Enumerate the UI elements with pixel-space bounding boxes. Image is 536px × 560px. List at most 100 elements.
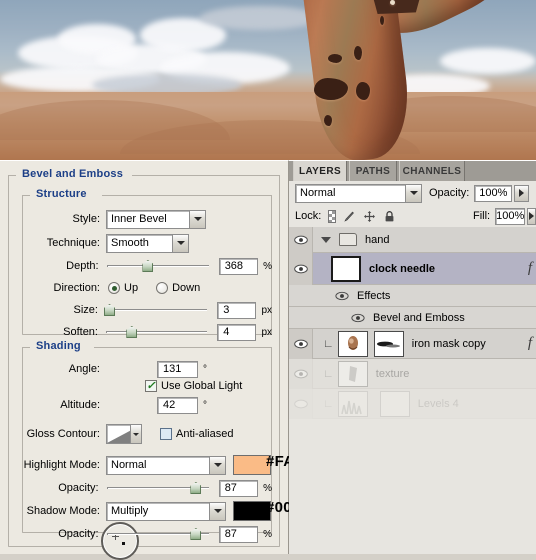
layer-mask-thumbnail[interactable] <box>373 330 404 357</box>
direction-down-label: Down <box>172 282 201 294</box>
depth-label: Depth: <box>66 260 99 272</box>
chevron-down-icon[interactable] <box>130 425 141 443</box>
use-global-light-checkbox[interactable]: ✓ <box>145 380 157 392</box>
layer-name-levels-4: Levels 4 <box>417 397 459 410</box>
lock-position-icon[interactable] <box>363 210 376 223</box>
layer-row-hand[interactable]: hand <box>289 226 536 253</box>
size-label: Size: <box>73 304 98 316</box>
chevron-down-icon[interactable] <box>405 183 422 203</box>
layer-mask-thumbnail[interactable] <box>379 390 410 417</box>
depth-input[interactable]: 368 <box>218 257 259 275</box>
shadow-mode-combobox[interactable]: Multiply <box>106 501 226 521</box>
tab-layers[interactable]: LAYERS <box>293 161 347 181</box>
highlight-opacity-value: 87 <box>224 482 237 494</box>
layer-thumbnail[interactable] <box>331 255 361 282</box>
layer-fx-icon[interactable]: f <box>528 260 532 277</box>
style-combobox[interactable]: Inner Bevel <box>106 209 206 229</box>
technique-label: Technique: <box>46 237 100 249</box>
gloss-contour-preview[interactable] <box>106 424 142 444</box>
chevron-down-icon[interactable] <box>172 233 189 253</box>
direction-down-radio[interactable] <box>156 282 169 294</box>
anti-aliased-checkbox[interactable] <box>160 428 172 440</box>
size-input[interactable]: 3 <box>217 301 257 319</box>
opacity-input[interactable]: 100% <box>474 184 513 202</box>
depth-value: 368 <box>224 260 244 272</box>
visibility-toggle[interactable] <box>289 388 313 419</box>
gloss-contour-label: Gloss Contour: <box>26 428 100 440</box>
visibility-toggle[interactable] <box>289 358 313 389</box>
tab-paths-label: PATHS <box>355 165 391 177</box>
rust-hole <box>324 115 332 126</box>
fill-stepper-button[interactable] <box>527 207 536 225</box>
visibility-toggle[interactable] <box>289 226 313 253</box>
group-top-line-right <box>94 347 272 348</box>
layer-name-hand: hand <box>365 233 390 246</box>
slider-thumb[interactable] <box>190 528 202 540</box>
opacity-label: Opacity: <box>429 187 470 199</box>
depth-slider[interactable] <box>106 259 209 273</box>
shadow-opacity-slider[interactable] <box>106 527 209 541</box>
layer-thumbnail[interactable] <box>337 330 368 357</box>
clipping-mask-arrow-icon: ∟ <box>323 337 334 350</box>
highlight-mode-label: Highlight Mode: <box>23 459 100 471</box>
eye-icon[interactable] <box>351 313 365 323</box>
chevron-down-icon[interactable] <box>189 209 206 229</box>
shadow-mode-row: Shadow Mode: Multiply <box>22 501 282 521</box>
shadow-opacity-input[interactable]: 87 <box>218 525 259 543</box>
slider-thumb[interactable] <box>126 326 138 338</box>
tab-paths[interactable]: PATHS <box>349 161 397 181</box>
altitude-row: Altitude: 42 ° <box>22 396 272 414</box>
style-value: Inner Bevel <box>111 213 167 225</box>
altitude-input[interactable]: 42 <box>157 396 198 414</box>
slider-thumb[interactable] <box>104 304 116 316</box>
chevron-down-icon[interactable] <box>209 455 226 475</box>
layer-name-texture: texture <box>375 367 410 380</box>
visibility-toggle-spacer <box>289 285 313 307</box>
opacity-stepper-button[interactable] <box>514 184 530 202</box>
soften-slider[interactable] <box>105 325 208 339</box>
slider-thumb[interactable] <box>142 260 154 272</box>
lock-image-icon[interactable] <box>343 210 356 223</box>
slider-thumb[interactable] <box>190 482 202 494</box>
fill-input[interactable]: 100% <box>495 207 526 225</box>
adjustment-layer-thumbnail[interactable] <box>337 390 368 417</box>
angle-input[interactable]: 131 <box>157 360 198 378</box>
eye-icon[interactable] <box>335 291 349 301</box>
layer-row-bevel-and-emboss[interactable]: Bevel and Emboss <box>289 307 536 329</box>
use-global-light-label: Use Global Light <box>161 380 243 392</box>
direction-row: Direction: Up Down <box>22 279 272 297</box>
size-slider[interactable] <box>104 303 208 317</box>
group-expand-triangle-icon[interactable] <box>321 236 331 243</box>
layer-row-iron-mask-copy[interactable]: ∟ iron mask copy f <box>289 328 536 359</box>
shadow-mode-value: Multiply <box>111 505 149 517</box>
soften-input[interactable]: 4 <box>217 323 257 341</box>
technique-combobox[interactable]: Smooth <box>106 233 189 253</box>
layer-thumbnail[interactable] <box>337 360 368 387</box>
blend-mode-combobox[interactable]: Normal <box>295 183 422 203</box>
layer-fx-icon[interactable]: f <box>528 335 532 352</box>
visibility-toggle[interactable] <box>289 328 313 359</box>
bevel-and-emboss-dialog: Bevel and Emboss Structure Style: Inner … <box>0 160 334 560</box>
tab-channels[interactable]: CHANNELS <box>399 161 465 181</box>
lock-transparency-icon[interactable] <box>328 209 336 223</box>
layer-row-clock-needle[interactable]: clock needle f <box>289 252 536 285</box>
layer-row-levels-4[interactable]: ∟ Levels 4 <box>289 388 536 419</box>
direction-up-radio[interactable] <box>108 282 120 294</box>
highlight-opacity-input[interactable]: 87 <box>218 479 259 497</box>
highlight-opacity-slider[interactable] <box>106 481 209 495</box>
lock-all-icon[interactable] <box>383 210 396 223</box>
slider-track <box>106 265 209 267</box>
visibility-toggle[interactable] <box>289 252 313 285</box>
slider-track <box>105 331 208 333</box>
anti-aliased-label: Anti-aliased <box>176 428 234 440</box>
layer-row-effects[interactable]: Effects <box>289 285 536 307</box>
highlight-mode-value: Normal <box>111 459 147 471</box>
layer-row-texture[interactable]: ∟ texture <box>289 358 536 389</box>
visibility-toggle-spacer <box>289 307 313 329</box>
fill-label: Fill: <box>473 210 491 222</box>
highlight-mode-combobox[interactable]: Normal <box>106 455 226 475</box>
highlight-opacity-label: Opacity: <box>58 482 99 494</box>
chevron-down-icon[interactable] <box>209 501 226 521</box>
soften-value: 4 <box>223 326 230 338</box>
direction-label: Direction: <box>53 282 100 294</box>
